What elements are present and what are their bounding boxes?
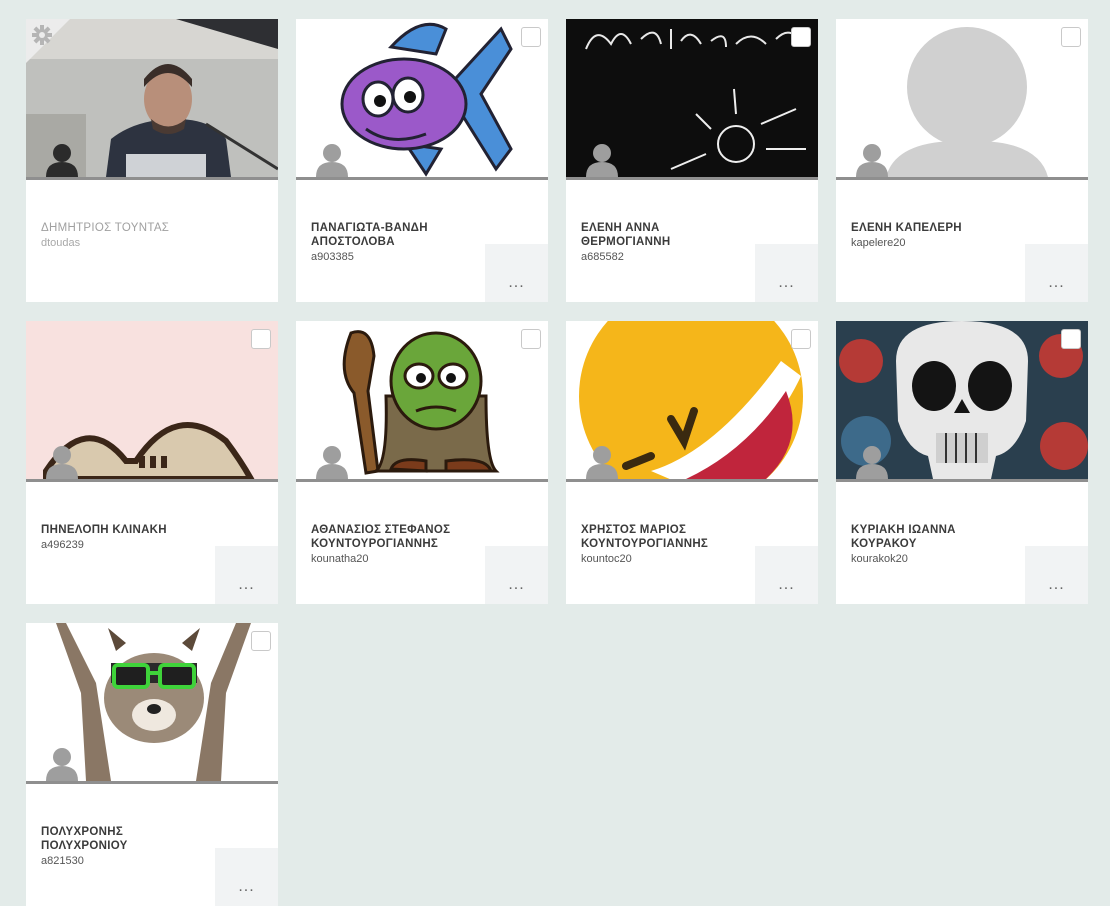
participant-name: ΠΗΝΕΛΟΠΗ ΚΛΙΝΑΚΗ — [41, 524, 167, 536]
select-checkbox[interactable] — [1061, 27, 1081, 47]
participant-avatar — [566, 19, 818, 180]
select-checkbox[interactable] — [251, 329, 271, 349]
participant-avatar — [26, 623, 278, 784]
participant-avatar — [836, 321, 1088, 482]
participant-avatar — [836, 19, 1088, 180]
participant-card[interactable]: ΠΟΛΥΧΡΟΝΗΣ ΠΟΛΥΧΡΟΝΙΟΥ a821530 ... — [26, 623, 278, 906]
more-options-button[interactable]: ... — [485, 546, 548, 604]
participant-card[interactable]: ΔΗΜΗΤΡΙΟΣ ΤΟΥΝΤΑΣ dtoudas — [26, 19, 278, 302]
select-checkbox[interactable] — [251, 631, 271, 651]
person-icon — [586, 144, 618, 177]
participant-name: ΕΛΕΝΗ ΚΑΠΕΛΕΡΗ — [851, 222, 962, 234]
more-options-button[interactable]: ... — [215, 848, 278, 906]
select-checkbox[interactable] — [521, 329, 541, 349]
participant-name: ΠΟΛΥΧΡΟΝΗΣ ΠΟΛΥΧΡΟΝΙΟΥ — [41, 826, 128, 852]
participant-avatar — [26, 19, 278, 180]
person-icon — [856, 446, 888, 479]
participant-avatar — [26, 321, 278, 482]
select-checkbox[interactable] — [1061, 329, 1081, 349]
participant-card[interactable]: ΑΘΑΝΑΣΙΟΣ ΣΤΕΦΑΝΟΣ ΚΟΥΝΤΟΥΡΟΓΙΑΝΝΗΣ koun… — [296, 321, 548, 604]
participant-card[interactable]: ΧΡΗΣΤΟΣ ΜΑΡΙΟΣ ΚΟΥΝΤΟΥΡΟΓΙΑΝΝΗΣ kountoc2… — [566, 321, 818, 604]
participant-card[interactable]: ΚΥΡΙΑΚΗ ΙΩΑΝΝΑ ΚΟΥΡΑΚΟΥ kourakok20 ... — [836, 321, 1088, 604]
person-icon — [316, 446, 348, 479]
more-options-button[interactable]: ... — [1025, 244, 1088, 302]
participant-card[interactable]: ΕΛΕΝΗ ΚΑΠΕΛΕΡΗ kapelere20 ... — [836, 19, 1088, 302]
participant-avatar — [296, 19, 548, 180]
participant-name: ΠΑΝΑΓΙΩΤΑ-ΒΑΝΔΗ ΑΠΟΣΤΟΛΟΒΑ — [311, 222, 428, 248]
participant-name: ΚΥΡΙΑΚΗ ΙΩΑΝΝΑ ΚΟΥΡΑΚΟΥ — [851, 524, 956, 550]
more-options-button[interactable]: ... — [485, 244, 548, 302]
participant-card[interactable]: ΠΗΝΕΛΟΠΗ ΚΛΙΝΑΚΗ a496239 ... — [26, 321, 278, 604]
more-options-button[interactable]: ... — [215, 546, 278, 604]
participant-name: ΧΡΗΣΤΟΣ ΜΑΡΙΟΣ ΚΟΥΝΤΟΥΡΟΓΙΑΝΝΗΣ — [581, 524, 709, 550]
participant-username: dtoudas — [41, 237, 81, 249]
select-checkbox[interactable] — [791, 27, 811, 47]
gear-icon[interactable] — [26, 19, 70, 63]
participant-card[interactable]: ΠΑΝΑΓΙΩΤΑ-ΒΑΝΔΗ ΑΠΟΣΤΟΛΟΒΑ a903385 ... — [296, 19, 548, 302]
participants-grid: ΔΗΜΗΤΡΙΟΣ ΤΟΥΝΤΑΣ dtoudas ΠΑΝΑΓΙΩΤΑ-ΒΑΝΔ… — [26, 19, 1088, 906]
participant-avatar — [296, 321, 548, 482]
person-icon — [586, 446, 618, 479]
select-checkbox[interactable] — [521, 27, 541, 47]
more-options-button[interactable]: ... — [755, 244, 818, 302]
person-icon — [316, 144, 348, 177]
person-icon — [46, 748, 78, 781]
participant-card[interactable]: ΕΛΕΝΗ ΑΝΝΑ ΘΕΡΜΟΓΙΑΝΝΗ a685582 ... — [566, 19, 818, 302]
participant-name: ΕΛΕΝΗ ΑΝΝΑ ΘΕΡΜΟΓΙΑΝΝΗ — [581, 222, 671, 248]
person-icon — [856, 144, 888, 177]
more-options-button[interactable]: ... — [755, 546, 818, 604]
participant-avatar — [566, 321, 818, 482]
person-icon — [46, 446, 78, 479]
participant-name: ΑΘΑΝΑΣΙΟΣ ΣΤΕΦΑΝΟΣ ΚΟΥΝΤΟΥΡΟΓΙΑΝΝΗΣ — [311, 524, 451, 550]
more-options-button[interactable]: ... — [1025, 546, 1088, 604]
participant-name: ΔΗΜΗΤΡΙΟΣ ΤΟΥΝΤΑΣ — [41, 222, 170, 234]
person-icon — [46, 144, 78, 177]
select-checkbox[interactable] — [791, 329, 811, 349]
